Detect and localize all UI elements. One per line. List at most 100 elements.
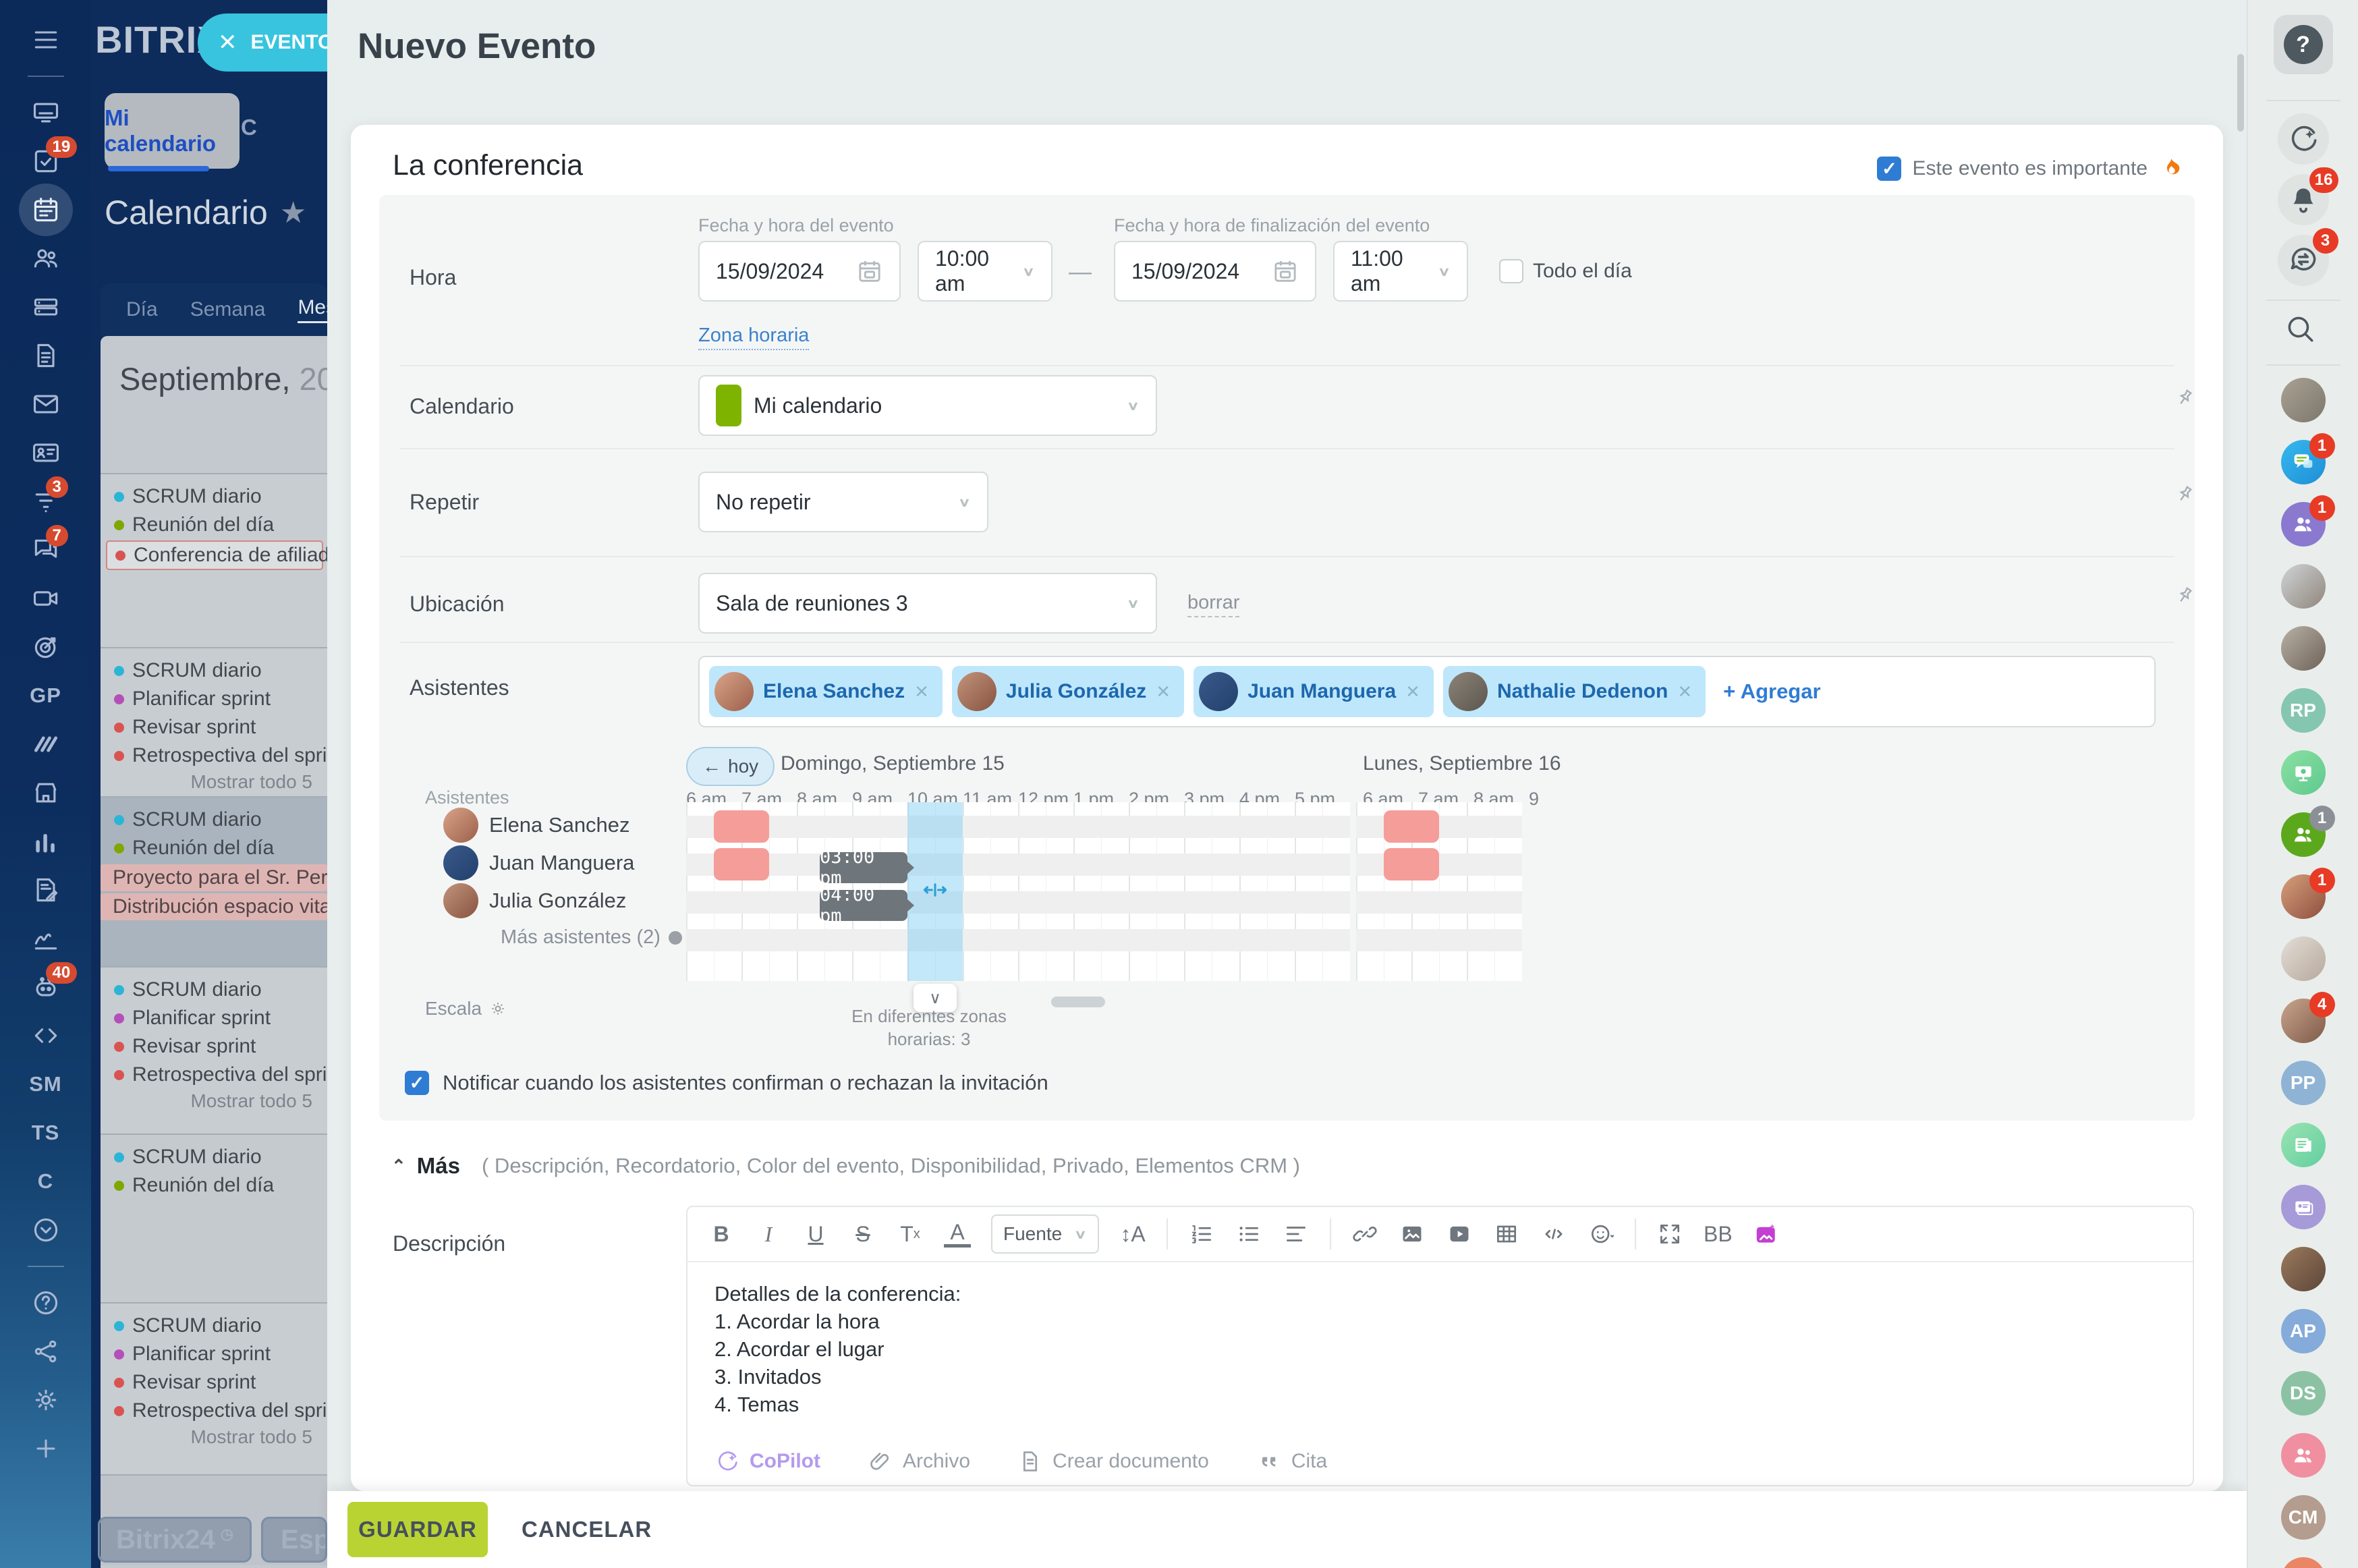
drag-handle-icon[interactable] [920,875,950,905]
calendar-event[interactable]: SCRUM diario [101,656,327,685]
month-cell[interactable]: SCRUM diario Reunión del día Conferencia d… [101,473,327,647]
remove-attendee-icon[interactable]: ✕ [1156,681,1171,702]
bold-icon[interactable]: B [708,1222,735,1247]
rail-item-calendar[interactable] [18,184,73,236]
timeline-scrollbar[interactable] [1051,997,1105,1007]
attendee-chip[interactable]: Julia González ✕ [951,666,1185,717]
remove-attendee-icon[interactable]: ✕ [1405,681,1420,702]
rail-item-robot[interactable]: 40 [30,962,78,1003]
modal-scrollbar[interactable] [2237,54,2244,132]
rail-item-help[interactable] [30,1287,62,1318]
avatar-photo[interactable] [2280,378,2326,422]
calendar-event[interactable]: Revisar sprint [101,1032,327,1061]
calendar-event[interactable]: Revisar sprint [101,1368,327,1397]
calendar-event[interactable]: SCRUM diario [101,806,327,834]
remove-attendee-icon[interactable]: ✕ [1677,681,1692,702]
rail-item-code[interactable] [30,1020,62,1051]
cancel-button[interactable]: CANCELAR [522,1502,652,1557]
avatar-photo[interactable] [2280,1247,2326,1291]
align-left-icon[interactable] [1283,1221,1310,1247]
avatar-photo[interactable]: 1 [2280,868,2335,919]
calendar-event[interactable]: Revisar sprint [101,713,327,741]
rail-item-drive[interactable] [30,291,62,323]
language-button[interactable]: Español [261,1517,327,1563]
video-embed-icon[interactable] [1446,1221,1473,1247]
description-text[interactable]: Detalles de la conferencia: 1. Acordar la… [687,1262,2193,1436]
scale-control[interactable]: Escala [425,998,507,1019]
clear-format-icon[interactable]: Tx [897,1222,924,1247]
calendar-event[interactable]: SCRUM diario [101,976,327,1004]
timeline-grid-day2[interactable] [1356,802,1522,981]
avatar-chat-bubble[interactable]: 1 [2280,433,2335,484]
rail-item-sm[interactable]: SM [29,1069,62,1100]
attendee-chips-input[interactable]: Elena Sanchez ✕ Julia González ✕ Juan Ma… [698,656,2156,727]
font-size-icon[interactable]: ↕A [1119,1222,1146,1247]
calendar-event[interactable]: Planificar sprint [101,1004,327,1032]
rail-item-chart[interactable] [30,826,62,857]
quote-button[interactable]: Cita [1256,1449,1327,1474]
month-cell[interactable]: SCRUM diario Planificar sprint Revisar spr… [101,1302,327,1474]
calendar-event[interactable]: Reunión del día [101,1171,327,1200]
tab-mi-calendario[interactable]: Mi calendario [105,93,240,169]
avatar-people[interactable]: 1 [2280,495,2335,547]
view-tab-mes[interactable]: Mes [298,296,327,323]
rail-item-c[interactable]: C [30,1166,62,1197]
rail-item-gp[interactable]: GP [30,680,62,711]
underline-icon[interactable]: U [802,1222,829,1247]
tab-next-truncated[interactable]: C [241,115,257,140]
clear-location-link[interactable]: borrar [1187,592,1240,617]
rail-item-feed[interactable]: 3 [30,476,68,517]
rail-item-signature[interactable] [30,923,62,954]
chats-button[interactable]: 3 [2277,228,2338,286]
avatar-people[interactable]: 1 [2280,806,2335,857]
start-date-input[interactable]: 15/09/2024 [698,241,901,302]
avatar-card[interactable] [2280,1185,2326,1229]
copilot-button[interactable] [2277,113,2329,165]
remove-attendee-icon[interactable]: ✕ [914,681,929,702]
all-day-checkbox[interactable] [1499,259,1523,283]
avatar-rp[interactable]: RP [2280,688,2326,733]
month-cell[interactable]: SCRUM diario Planificar sprint Revisar spr… [101,647,327,796]
rail-item-tasks[interactable]: 19 [30,136,78,177]
start-time-select[interactable]: 10:00 am ∨ [918,241,1052,302]
rail-item-chevron-circle[interactable] [30,1214,62,1245]
unordered-list-icon[interactable] [1235,1221,1262,1247]
image-icon[interactable] [1399,1221,1426,1247]
avatar-people[interactable] [2280,1557,2326,1568]
calendar-event[interactable]: Planificar sprint [101,685,327,713]
view-tab-semana[interactable]: Semana [190,298,266,321]
view-tab-día[interactable]: Día [126,298,158,321]
show-all-link[interactable]: Mostrar todo 5 [101,1090,327,1112]
more-attendees-link[interactable]: Más asistentes (2) [501,926,682,949]
timeline-grid-day1[interactable] [686,802,1350,981]
rail-item-m[interactable] [30,729,62,760]
close-icon[interactable]: ✕ [218,29,237,56]
doc-new-button[interactable]: Crear documento [1017,1449,1209,1474]
text-color-icon[interactable]: A [944,1221,971,1248]
calendar-event[interactable]: Retrospectiva del sprint [101,1397,327,1425]
location-select[interactable]: Sala de reuniones 3 ∨ [698,573,1157,634]
rail-item-target[interactable] [30,632,62,663]
repeat-select[interactable]: No repetir ∨ [698,472,988,532]
attendee-chip[interactable]: Nathalie Dedenon ✕ [1442,666,1706,717]
search-button[interactable] [2283,312,2324,352]
font-select[interactable]: Fuente ∨ [991,1214,1099,1254]
calendar-event[interactable]: Retrospectiva del sprint [101,1061,327,1089]
calendar-event[interactable]: SCRUM diario [101,482,327,511]
end-time-select[interactable]: 11:00 am ∨ [1333,241,1468,302]
rail-item-mail[interactable] [30,389,62,420]
calendar-event[interactable]: Proyecto para el Sr. Perez Doc [101,864,327,891]
calendar-event[interactable]: Distribución espacio vital [101,893,327,920]
code-block-icon[interactable] [1540,1221,1567,1247]
strikethrough-icon[interactable]: S [849,1222,876,1247]
ai-image-icon[interactable] [1753,1221,1780,1247]
avatar-photo[interactable] [2280,936,2326,981]
show-all-link[interactable]: Mostrar todo 5 [101,771,327,793]
table-icon[interactable] [1493,1221,1520,1247]
calendar-event[interactable]: Retrospectiva del sprint [101,741,327,770]
rail-item-ts[interactable]: TS [30,1117,62,1148]
italic-icon[interactable]: I [755,1222,782,1247]
calendar-event[interactable]: Planificar sprint [101,1340,327,1368]
rail-item-desktop[interactable] [30,97,62,128]
favorite-star-icon[interactable]: ★ [280,196,306,230]
